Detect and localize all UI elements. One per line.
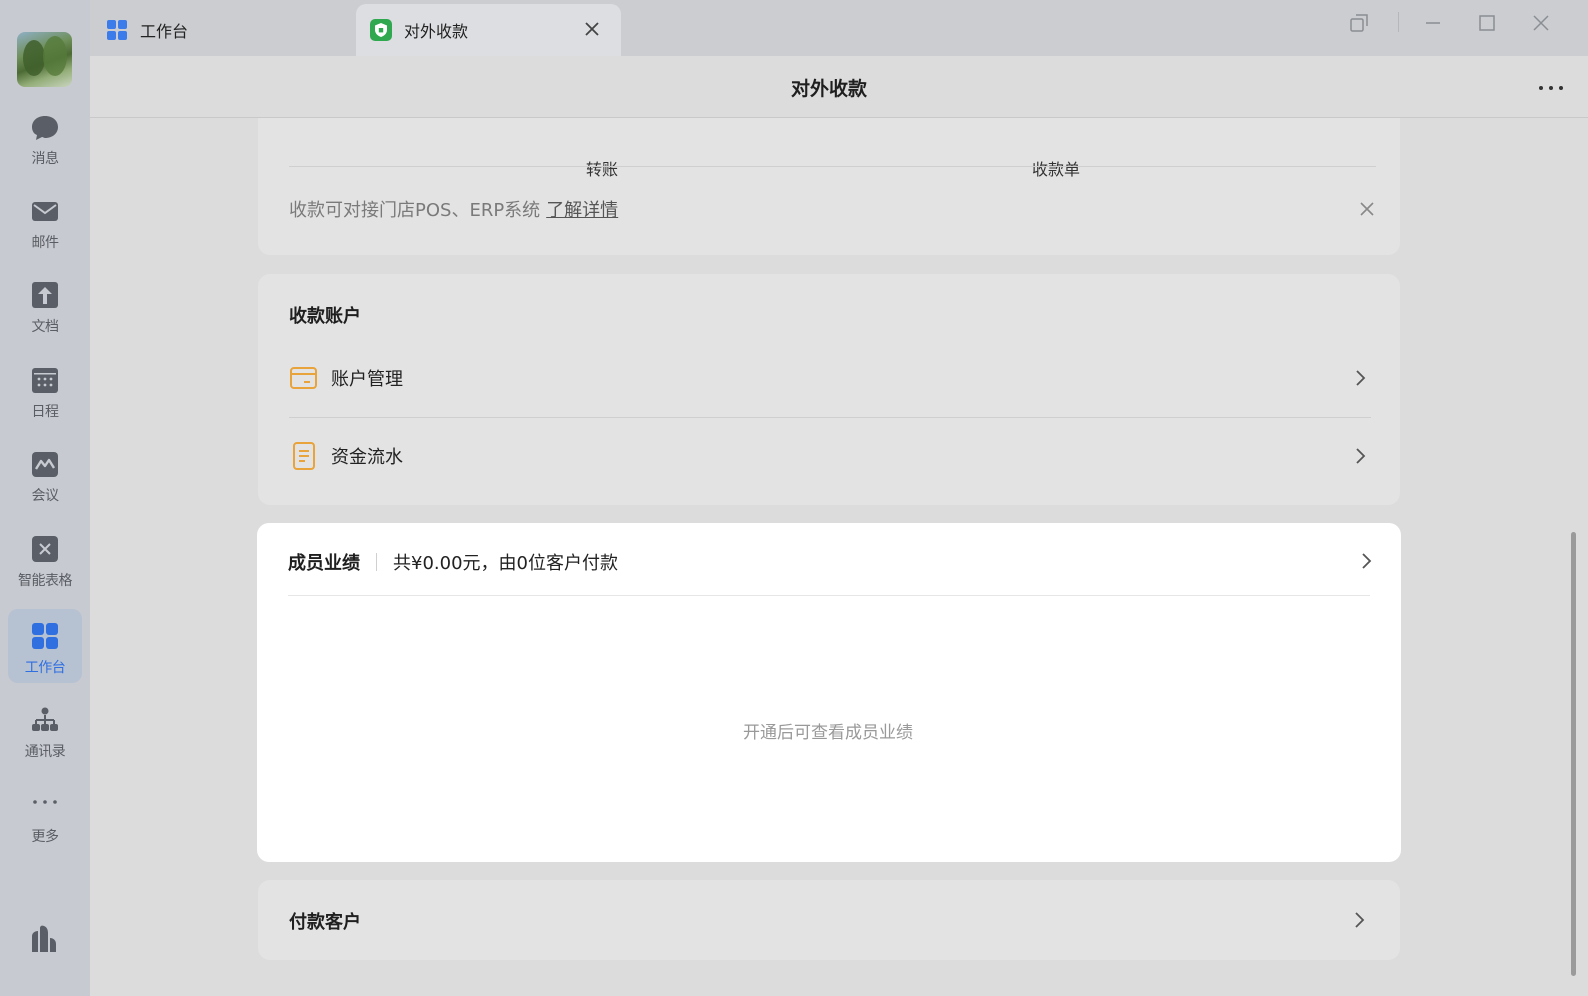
receipt-label[interactable]: 收款单 (1032, 156, 1080, 180)
window-controls-separator (1398, 12, 1399, 32)
tab-external-payment[interactable]: 对外收款 (356, 4, 621, 56)
shield-app-icon (370, 19, 392, 41)
close-icon[interactable] (583, 20, 601, 38)
paying-customers-card[interactable]: 付款客户 (258, 880, 1400, 960)
performance-header: 成员业绩 共¥0.00元，由0位客户付款 (288, 549, 618, 575)
divider (289, 417, 1371, 418)
section-title: 收款账户 (289, 306, 361, 327)
sidebar-item-label: 会议 (31, 488, 60, 504)
chevron-right-icon (1362, 553, 1372, 569)
payment-accounts-card: 收款账户 账户管理 资金流水 (258, 274, 1400, 505)
sidebar-item-contacts[interactable]: 通讯录 (8, 693, 82, 767)
sidebar-item-label: 邮件 (31, 235, 60, 251)
fund-flow-row[interactable]: 资金流水 (289, 426, 1371, 486)
divider (289, 166, 1376, 167)
workbench-grid-icon (32, 623, 58, 649)
document-icon (32, 282, 58, 308)
sidebar-item-label: 智能表格 (18, 573, 73, 589)
sidebar-item-workbench[interactable]: 工作台 (8, 609, 82, 683)
sidebar-item-label: 更多 (31, 829, 60, 845)
sidebar-item-docs[interactable]: 文档 (8, 268, 82, 342)
tab-label: 对外收款 (404, 22, 469, 41)
tab-label: 工作台 (140, 22, 189, 41)
chat-bubble-icon (32, 116, 58, 140)
window-close-icon[interactable] (1528, 10, 1554, 36)
chevron-right-icon (1356, 370, 1366, 386)
sidebar-item-smart-table[interactable]: 智能表格 (8, 522, 82, 596)
sidebar-item-more[interactable]: 更多 (8, 778, 82, 852)
performance-summary: 共¥0.00元，由0位客户付款 (393, 553, 618, 574)
workbench-grid-icon (107, 20, 127, 40)
sidebar-item-label: 工作台 (24, 660, 66, 676)
pop-out-window-icon[interactable] (1346, 10, 1372, 36)
sidebar-item-messages[interactable]: 消息 (8, 100, 82, 174)
chevron-right-icon (1355, 912, 1365, 928)
account-card-icon (290, 367, 317, 389)
more-options-button[interactable] (1536, 76, 1566, 98)
meeting-icon (32, 452, 58, 477)
transfer-label[interactable]: 转账 (586, 156, 618, 180)
section-title: 成员业绩 (288, 553, 360, 574)
app-logo-icon[interactable] (30, 924, 60, 954)
smart-table-icon (32, 536, 58, 562)
sidebar-item-label: 通讯录 (24, 744, 66, 760)
maximize-icon[interactable] (1474, 10, 1500, 36)
tab-workbench[interactable]: 工作台 (104, 4, 354, 56)
minimize-icon[interactable] (1420, 10, 1446, 36)
empty-state-text: 开通后可查看成员业绩 (743, 723, 913, 743)
learn-more-link[interactable]: 了解详情 (546, 200, 618, 221)
row-label: 账户管理 (331, 369, 403, 390)
sidebar-item-mail[interactable]: 邮件 (8, 184, 82, 258)
ledger-doc-icon (293, 442, 315, 470)
left-sidebar: 消息 邮件 文档 日程 会议 智能表格 工作台 通讯录 更多 (0, 0, 90, 996)
chevron-right-icon (1356, 448, 1366, 464)
more-dots-icon (33, 800, 57, 804)
notice-text: 收款可对接门店POS、ERP系统 (289, 200, 541, 221)
divider (288, 595, 1370, 596)
calendar-icon (32, 368, 58, 393)
sidebar-item-label: 文档 (31, 319, 60, 335)
sidebar-item-calendar[interactable]: 日程 (8, 353, 82, 427)
row-label: 资金流水 (331, 447, 403, 468)
page-title: 对外收款 (790, 78, 867, 100)
integration-notice: 收款可对接门店POS、ERP系统 了解详情 (289, 196, 618, 222)
sidebar-item-label: 日程 (31, 404, 60, 420)
page-header: 对外收款 (90, 56, 1588, 118)
member-performance-card[interactable]: 成员业绩 共¥0.00元，由0位客户付款 开通后可查看成员业绩 (257, 523, 1401, 862)
main-content: 对外收款 转账 收款单 收款可对接门店POS、ERP系统 了解详情 收款账户 账户… (90, 56, 1588, 996)
close-icon[interactable] (1358, 200, 1376, 218)
tab-bar: 工作台 对外收款 (90, 0, 1588, 56)
vertical-scrollbar[interactable] (1571, 532, 1576, 976)
sidebar-item-meeting[interactable]: 会议 (8, 437, 82, 511)
account-management-row[interactable]: 账户管理 (289, 348, 1371, 408)
user-avatar[interactable] (17, 32, 72, 87)
sidebar-item-label: 消息 (31, 151, 60, 167)
divider (376, 553, 377, 571)
contacts-tree-icon (32, 707, 58, 731)
section-title: 付款客户 (289, 912, 361, 933)
mail-icon (32, 202, 58, 221)
